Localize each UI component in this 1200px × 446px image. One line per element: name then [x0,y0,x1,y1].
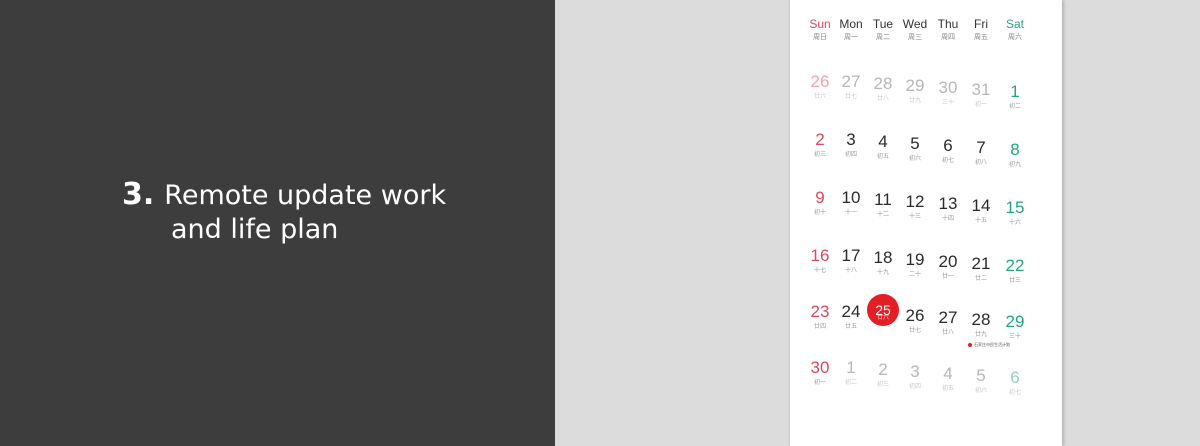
calendar-day[interactable]: 22 廿三 [995,256,1035,285]
left-panel: 3. Remote update work and life plan [0,0,555,446]
day-lunar: 十六 [1008,220,1021,226]
calendar-day[interactable]: 1 初二 [995,82,1035,111]
day-lunar: 初七 [1008,390,1021,396]
day-lunar: 廿五 [844,324,857,330]
calendar-day[interactable]: 15 十六 [995,198,1035,227]
headline: 3. Remote update work and life plan [122,178,446,247]
headline-line1: Remote update work [164,180,447,211]
day-lunar: 初二 [1008,104,1021,110]
event-note-text: 石家庄市民生活计划 [974,342,1010,347]
day-number: 29 [1005,312,1025,331]
day-number: 15 [1005,198,1025,217]
day-number: 8 [1010,140,1020,159]
day-lunar: 三十 [1008,334,1021,340]
calendar-day[interactable]: 29 三十 [995,312,1035,341]
weekday-header: Sat 周六 [995,17,1035,42]
weekday-label: Sat [1005,17,1024,31]
weekday-sublabel: 周六 [1008,34,1022,41]
event-dot-icon [968,342,972,347]
day-number: 22 [1005,256,1025,275]
headline-number: 3. [122,177,155,212]
day-lunar: 廿三 [1008,278,1021,284]
day-number: 1 [1010,82,1020,101]
day-number: 6 [1010,368,1020,387]
calendar-day[interactable]: 6 初七 [995,368,1035,397]
event-note: 石家庄市民生活计划 [968,342,1010,348]
headline-line2: and life plan [171,214,339,245]
calendar-day[interactable]: 8 初九 [995,140,1035,169]
day-lunar: 初九 [1008,162,1021,168]
calendar-sheet: Sun 周日 Mon 周一 Tue 周二 Wed 周三 Thu 周四 Fri 周五 Sat 周六 26 廿六 2… [790,0,1062,446]
